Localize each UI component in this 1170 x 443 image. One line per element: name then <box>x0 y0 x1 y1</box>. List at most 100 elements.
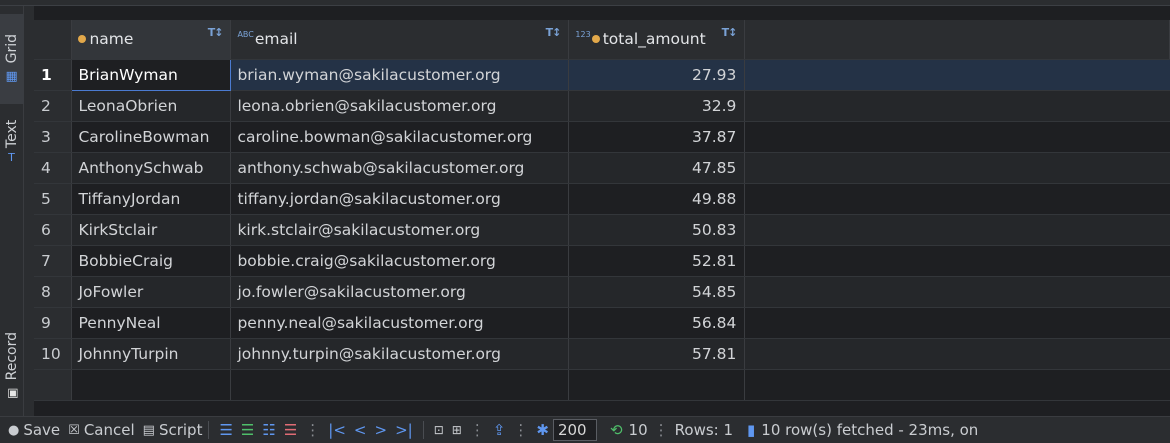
cell-filler <box>744 369 1170 401</box>
fetch-status-icon: ▮ <box>747 421 756 439</box>
row-number[interactable]: 10 <box>34 338 73 370</box>
cell-email[interactable]: jo.fowler@sakilacustomer.org <box>230 276 570 308</box>
header-name[interactable]: name T↕ <box>71 20 232 60</box>
cell-email[interactable]: bobbie.craig@sakilacustomer.org <box>230 245 570 277</box>
add-row-icon[interactable]: ☰ <box>241 421 254 439</box>
cell-filler <box>744 338 1170 370</box>
cell-empty <box>230 369 570 401</box>
cancel-button[interactable]: ☒ Cancel <box>68 421 134 439</box>
table-row[interactable]: 10 JohnnyTurpin johnny.turpin@sakilacust… <box>34 338 1170 370</box>
row-number[interactable]: 6 <box>34 214 73 246</box>
export-icon[interactable]: ⇪ <box>493 421 506 439</box>
fetch-size-input[interactable] <box>552 419 597 441</box>
cell-name[interactable]: JoFowler <box>71 276 232 308</box>
header-rownum[interactable] <box>34 20 73 60</box>
cell-name[interactable]: PennyNeal <box>71 307 232 339</box>
cell-filler <box>744 183 1170 215</box>
header-total-amount[interactable]: 123 total_amount T↕ <box>568 20 746 60</box>
header-row: name T↕ ABCemail T↕ 123 total_amount T↕ <box>34 20 1170 60</box>
script-button[interactable]: ▤ Script <box>143 421 203 439</box>
cancel-x-icon: ☒ <box>68 422 80 438</box>
header-email[interactable]: ABCemail T↕ <box>230 20 570 60</box>
first-page-icon[interactable]: |< <box>328 421 346 439</box>
cell-empty <box>71 369 232 401</box>
sort-filter-icon[interactable]: T↕ <box>546 26 562 39</box>
delete-row-icon[interactable]: ☰ <box>284 421 297 439</box>
cell-total-amount[interactable]: 32.9 <box>568 90 746 122</box>
cell-total-amount[interactable]: 50.83 <box>568 214 746 246</box>
next-page-icon[interactable]: > <box>374 421 387 439</box>
cell-name[interactable]: JohnnyTurpin <box>71 338 232 370</box>
toolbar-spacer <box>603 421 604 439</box>
cell-email[interactable]: penny.neal@sakilacustomer.org <box>230 307 570 339</box>
cell-name[interactable]: BobbieCraig <box>71 245 232 277</box>
cell-total-amount[interactable]: 47.85 <box>568 152 746 184</box>
row-number-empty <box>34 369 73 401</box>
table-row[interactable]: 4 AnthonySchwab anthony.schwab@sakilacus… <box>34 152 1170 184</box>
table-row[interactable]: 8 JoFowler jo.fowler@sakilacustomer.org … <box>34 276 1170 308</box>
cell-filler <box>744 59 1170 91</box>
sort-filter-icon[interactable]: T↕ <box>722 26 738 39</box>
table-row[interactable]: 6 KirkStclair kirk.stclair@sakilacustome… <box>34 214 1170 246</box>
cell-email[interactable]: kirk.stclair@sakilacustomer.org <box>230 214 570 246</box>
cell-email[interactable]: brian.wyman@sakilacustomer.org <box>230 59 570 91</box>
key-icon <box>591 35 600 44</box>
table-row[interactable]: 5 TiffanyJordan tiffany.jordan@sakilacus… <box>34 183 1170 215</box>
cell-total-amount[interactable]: 54.85 <box>568 276 746 308</box>
table-row[interactable]: 1 BrianWyman brian.wyman@sakilacustomer.… <box>34 58 1170 91</box>
table-row[interactable]: 9 PennyNeal penny.neal@sakilacustomer.or… <box>34 307 1170 339</box>
rows-label: Rows: 1 <box>674 421 734 439</box>
panels-icon[interactable]: ⊡ <box>434 423 444 437</box>
layout-icon[interactable]: ⊞ <box>452 423 462 437</box>
cell-filler <box>744 214 1170 246</box>
table-row[interactable]: 2 LeonaObrien leona.obrien@sakilacustome… <box>34 90 1170 122</box>
refresh-icon[interactable]: ⟲ <box>610 421 623 439</box>
cell-total-amount[interactable]: 56.84 <box>568 307 746 339</box>
cell-email[interactable]: tiffany.jordan@sakilacustomer.org <box>230 183 570 215</box>
cell-total-amount[interactable]: 49.88 <box>568 183 746 215</box>
tab-text-label: Text <box>4 120 20 149</box>
last-page-icon[interactable]: >| <box>395 421 413 439</box>
fetch-settings-icon[interactable]: ✱ <box>536 421 549 439</box>
row-number[interactable]: 3 <box>34 121 73 153</box>
toolbar-separator <box>208 421 210 439</box>
cell-total-amount[interactable]: 27.93 <box>568 59 746 91</box>
tab-grid-label: Grid <box>4 33 20 64</box>
save-button[interactable]: ● Save <box>8 421 60 439</box>
table-row[interactable]: 7 BobbieCraig bobbie.craig@sakilacustome… <box>34 245 1170 277</box>
row-number[interactable]: 2 <box>34 90 73 122</box>
more-icon[interactable]: ⋮ <box>305 421 320 439</box>
cell-email[interactable]: anthony.schwab@sakilacustomer.org <box>230 152 570 184</box>
more-icon[interactable]: ⋮ <box>470 421 485 439</box>
row-number[interactable]: 4 <box>34 152 73 184</box>
cell-name[interactable]: TiffanyJordan <box>71 183 232 215</box>
tab-text[interactable]: T Text <box>0 106 24 176</box>
sort-filter-icon[interactable]: T↕ <box>208 26 224 39</box>
row-number[interactable]: 1 <box>34 59 73 91</box>
cell-name[interactable]: LeonaObrien <box>71 90 232 122</box>
cell-name[interactable]: CarolineBowman <box>71 121 232 153</box>
cell-total-amount[interactable]: 52.81 <box>568 245 746 277</box>
prev-page-icon[interactable]: < <box>354 421 367 439</box>
table-row[interactable]: 3 CarolineBowman caroline.bowman@sakilac… <box>34 121 1170 153</box>
cell-total-amount[interactable]: 57.81 <box>568 338 746 370</box>
row-number[interactable]: 5 <box>34 183 73 215</box>
cell-email[interactable]: caroline.bowman@sakilacustomer.org <box>230 121 570 153</box>
row-number[interactable]: 7 <box>34 245 73 277</box>
row-number[interactable]: 8 <box>34 276 73 308</box>
more-icon[interactable]: ⋮ <box>513 421 528 439</box>
cell-email[interactable]: johnny.turpin@sakilacustomer.org <box>230 338 570 370</box>
type-tag: ABC <box>237 30 254 40</box>
results-grid: name T↕ ABCemail T↕ 123 total_amount T↕ 1… <box>34 20 1170 412</box>
cell-name[interactable]: KirkStclair <box>71 214 232 246</box>
row-number[interactable]: 9 <box>34 307 73 339</box>
script-icon: ▤ <box>142 422 155 438</box>
tab-record[interactable]: ▣ Record <box>0 321 24 411</box>
cell-email[interactable]: leona.obrien@sakilacustomer.org <box>230 90 570 122</box>
copy-row-icon[interactable]: ☷ <box>262 421 275 439</box>
cell-name[interactable]: BrianWyman <box>71 58 232 91</box>
cell-total-amount[interactable]: 37.87 <box>568 121 746 153</box>
cell-name[interactable]: AnthonySchwab <box>71 152 232 184</box>
edit-row-icon[interactable]: ☰ <box>219 421 232 439</box>
tab-grid[interactable]: ▦ Grid <box>0 14 24 104</box>
